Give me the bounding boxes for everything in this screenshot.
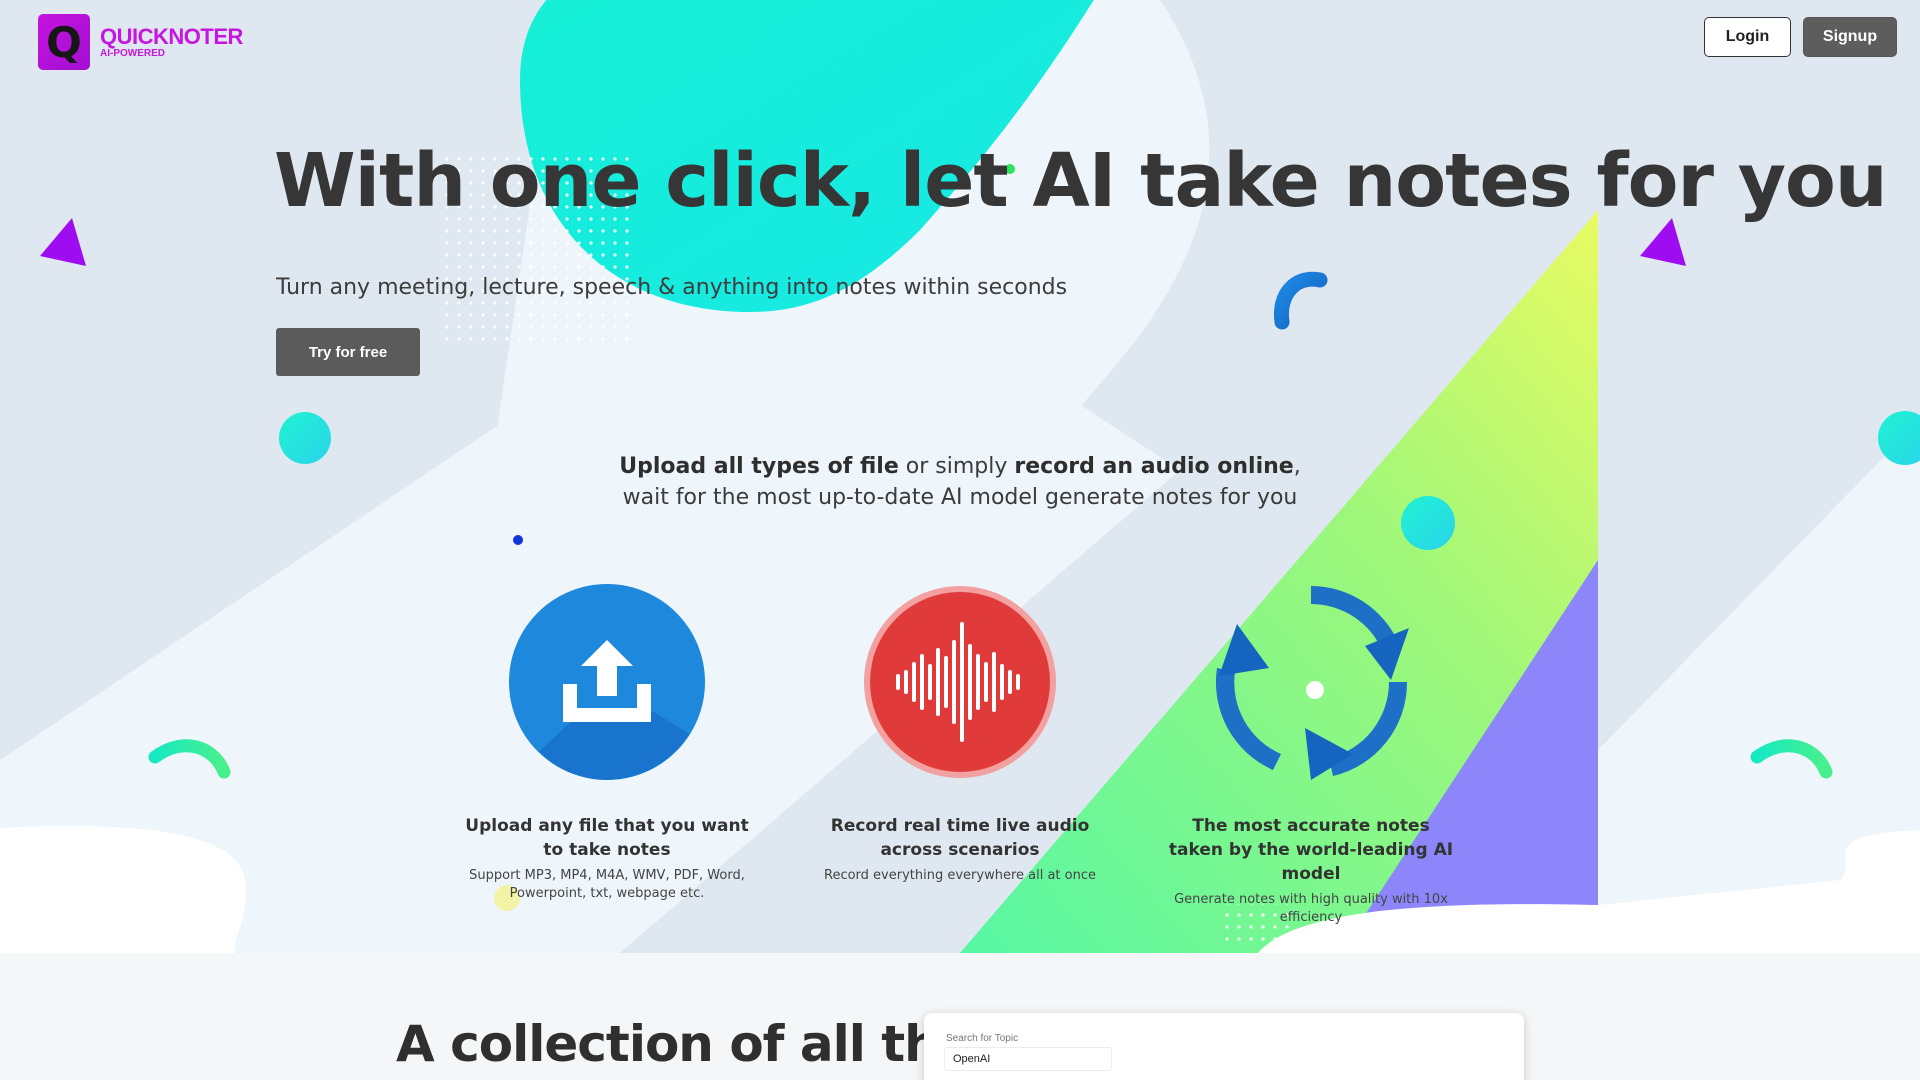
- intro-bold-record: record an audio online: [1014, 454, 1294, 479]
- feature-upload-desc: Support MP3, MP4, M4A, WMV, PDF, Word, P…: [469, 868, 745, 901]
- hero-title: With one click, let AI take notes for yo…: [274, 138, 1888, 224]
- collection-section: A collection of all the Search for Topic…: [0, 953, 1920, 1080]
- hero-subtitle: Turn any meeting, lecture, speech & anyt…: [276, 275, 1068, 300]
- hero-section: Q QUICKNOTER AI-POWERED Login Signup Wit…: [0, 0, 1920, 953]
- brand-logo[interactable]: Q QUICKNOTER AI-POWERED: [38, 14, 243, 70]
- try-for-free-button[interactable]: Try for free: [276, 328, 420, 376]
- feature-record-title: Record real time live audio across scena…: [830, 816, 1090, 860]
- collection-title: A collection of all the: [396, 1015, 973, 1073]
- feature-ai-notes: The most accurate notes taken by the wor…: [1166, 584, 1456, 927]
- intro-text-comma: ,: [1293, 454, 1301, 479]
- topic-search-card: Search for Topic OpenAI: [924, 1013, 1524, 1080]
- signup-button[interactable]: Signup: [1803, 17, 1897, 57]
- audio-wave-icon: [862, 584, 1058, 780]
- search-topic-label: Search for Topic: [946, 1033, 1019, 1044]
- upload-icon: [509, 584, 705, 780]
- brand-name: QUICKNOTER: [100, 23, 243, 49]
- refresh-cycle-icon: [1213, 584, 1409, 780]
- intro-line-2: wait for the most up-to-date AI model ge…: [622, 485, 1298, 510]
- search-topic-input[interactable]: OpenAI: [944, 1047, 1112, 1071]
- feature-record-desc: Record everything everywhere all at once: [824, 868, 1096, 883]
- logo-mark-icon: Q: [38, 14, 90, 70]
- feature-record: Record real time live audio across scena…: [815, 584, 1105, 885]
- feature-ai-notes-desc: Generate notes with high quality with 10…: [1174, 892, 1448, 925]
- intro-text: Upload all types of file or simply recor…: [560, 451, 1360, 513]
- feature-upload: Upload any file that you want to take no…: [462, 584, 752, 903]
- login-button[interactable]: Login: [1704, 17, 1791, 57]
- feature-ai-notes-title: The most accurate notes taken by the wor…: [1168, 816, 1454, 884]
- intro-bold-upload: Upload all types of file: [619, 454, 899, 479]
- feature-upload-title: Upload any file that you want to take no…: [465, 816, 749, 860]
- brand-tagline: AI-POWERED: [100, 47, 165, 59]
- intro-text-or: or simply: [898, 454, 1015, 479]
